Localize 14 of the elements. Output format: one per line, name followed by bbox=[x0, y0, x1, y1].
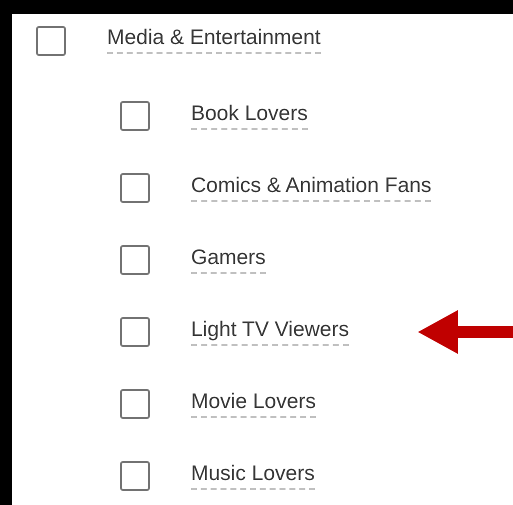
checkbox-label: Book Lovers bbox=[191, 102, 308, 130]
checkbox[interactable] bbox=[36, 26, 66, 56]
checkbox-label: Media & Entertainment bbox=[107, 26, 321, 54]
checkbox-label: Music Lovers bbox=[191, 462, 315, 490]
checkbox-label: Movie Lovers bbox=[191, 390, 316, 418]
checkbox[interactable] bbox=[120, 101, 150, 131]
checkbox[interactable] bbox=[120, 389, 150, 419]
checkbox-label: Light TV Viewers bbox=[191, 318, 349, 346]
checkbox-label: Gamers bbox=[191, 246, 266, 274]
checkbox-label: Comics & Animation Fans bbox=[191, 174, 432, 202]
checkbox[interactable] bbox=[120, 173, 150, 203]
checkbox[interactable] bbox=[120, 461, 150, 491]
checkbox[interactable] bbox=[120, 317, 150, 347]
checkbox[interactable] bbox=[120, 245, 150, 275]
